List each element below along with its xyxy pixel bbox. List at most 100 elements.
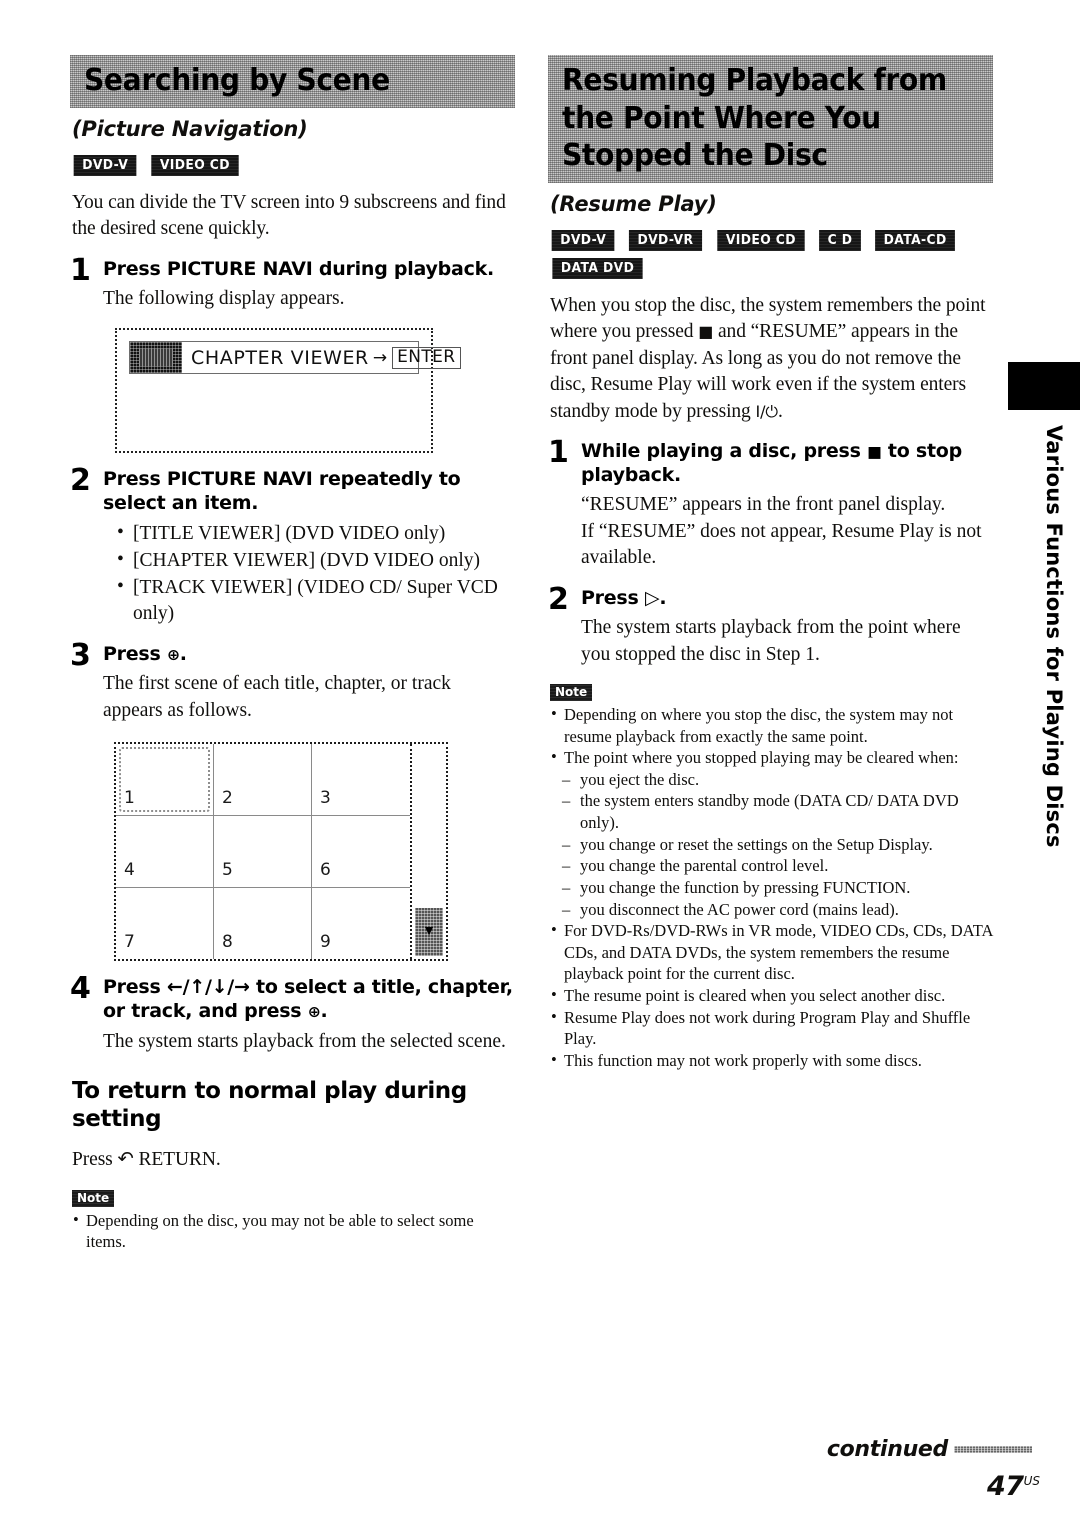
list-item: you change or reset the settings on the …	[562, 834, 993, 856]
scene-cell[interactable]: 4	[116, 815, 214, 888]
continued-label: continued	[826, 1437, 948, 1462]
step-2-option-list: [TITLE VIEWER] (DVD VIDEO only) [CHAPTER…	[103, 520, 515, 627]
list-item: you change the parental control level.	[562, 855, 993, 877]
step-title-text: Press	[581, 586, 639, 609]
list-item: you change the function by pressing FUNC…	[562, 877, 993, 899]
section-subtitle-left: (Picture Navigation)	[72, 116, 308, 141]
scene-cell-number: 9	[320, 932, 331, 953]
osd-enter-button[interactable]: ENTER	[392, 346, 461, 369]
enter-circle-icon: ⊕	[307, 1003, 321, 1022]
list-item: The point where you stopped playing may …	[550, 746, 993, 769]
left-column: Searching by Scene (Picture Navigation) …	[70, 55, 515, 1253]
step-title: Press ▷.	[581, 586, 993, 610]
disc-badge: DATA DVD	[552, 257, 643, 279]
step-title: Press PICTURE NAVI repeatedly to select …	[103, 468, 461, 515]
subsection-body: Press ↶ RETURN.	[72, 1149, 221, 1171]
list-item: you eject the disc.	[562, 769, 993, 791]
disc-badges-right: DVD-V DVD-VR VIDEO CD C D DATA-CD DATA D…	[550, 229, 970, 279]
power-standby-icon: I/⏻	[755, 401, 778, 421]
list-item: Depending on the disc, you may not be ab…	[72, 1209, 515, 1253]
osd-display-figure: CHAPTER VIEWER → ENTER	[115, 328, 461, 454]
scene-cell[interactable]: 7	[116, 887, 214, 960]
step-title-text: Press	[103, 643, 161, 666]
scene-cell[interactable]: 1	[116, 744, 214, 816]
disc-badges-left: DVD-V VIDEO CD	[72, 154, 492, 176]
stop-square-icon: ■	[867, 443, 882, 462]
right-column: Resuming Playback from the Point Where Y…	[548, 55, 993, 1071]
note-list-left: Depending on the disc, you may not be ab…	[72, 1209, 515, 1253]
section-subtitle-right: (Resume Play)	[550, 191, 717, 216]
grid-scrollbar[interactable]: ▼	[410, 744, 446, 960]
step-description: The system starts playback from the poin…	[581, 617, 961, 665]
step-number: 3	[70, 638, 91, 674]
step-1-left: 1 Press PICTURE NAVI during playback. Th…	[70, 252, 515, 313]
step-title: While playing a disc, press ■ to stop pl…	[581, 439, 993, 487]
scene-grid: 1 2 3 4 5 6 7 8 9	[116, 744, 410, 960]
scene-cell[interactable]: 5	[214, 815, 312, 888]
disc-badge: DATA-CD	[875, 229, 956, 251]
note-tag-left: Note	[72, 1189, 115, 1207]
scrollbar-thumb[interactable]: ▼	[415, 908, 443, 957]
footer-rule	[954, 1446, 1032, 1453]
scene-cell-number: 6	[320, 859, 331, 880]
note-list-right-tail: For DVD-Rs/DVD-RWs in VR mode, VIDEO CDs…	[550, 919, 993, 1071]
manual-page: Searching by Scene (Picture Navigation) …	[0, 0, 1080, 1533]
disc-badge: DVD-VR	[629, 229, 703, 251]
continued-footer: continued	[827, 1437, 1032, 1462]
step-title: Press PICTURE NAVI during playback.	[103, 257, 494, 280]
step-description: The first scene of each title, chapter, …	[103, 673, 451, 721]
step-description: The following display appears.	[103, 287, 345, 309]
osd-menu-bar: CHAPTER VIEWER → ENTER	[129, 341, 461, 375]
chapter-thumb-tab-marker	[1008, 362, 1080, 410]
step-number: 1	[548, 435, 569, 471]
scene-cell-number: 8	[222, 932, 233, 953]
scene-cell[interactable]: 2	[214, 744, 312, 816]
section-banner-right: Resuming Playback from the Point Where Y…	[548, 55, 993, 183]
step-number: 2	[548, 581, 569, 617]
osd-thumbnail-icon	[130, 342, 182, 374]
scene-cell-number: 3	[320, 787, 331, 808]
disc-badge: DVD-V	[551, 229, 615, 251]
scene-cell[interactable]: 9	[312, 888, 410, 960]
disc-badge: VIDEO CD	[151, 154, 239, 176]
list-item: [CHAPTER VIEWER] (DVD VIDEO only)	[117, 547, 515, 574]
stop-square-icon: ■	[698, 322, 714, 342]
step-title-period: .	[179, 643, 187, 666]
list-item: [TITLE VIEWER] (DVD VIDEO only)	[117, 520, 515, 547]
section-title-left: Searching by Scene	[84, 63, 390, 98]
step-4-left: 4 Press ←/↑/↓/→ to select a title, chapt…	[70, 974, 515, 1055]
osd-label: CHAPTER VIEWER	[191, 346, 369, 369]
step-title-period: .	[320, 1000, 328, 1023]
step-2-right: 2 Press ▷. The system starts playback fr…	[548, 581, 993, 668]
scene-cell-number: 2	[222, 787, 233, 808]
chapter-thumb-tab-label: Various Functions for Playing Discs	[1042, 425, 1066, 848]
step-2-left: 2 Press PICTURE NAVI repeatedly to selec…	[70, 466, 515, 628]
scene-cell[interactable]: 8	[214, 887, 312, 960]
note-list-right: Depending on where you stop the disc, th…	[550, 703, 993, 769]
enter-circle-icon: ⊕	[166, 646, 180, 665]
list-item: Resume Play does not work during Program…	[550, 1006, 993, 1050]
picture-navigation-grid-figure: 1 2 3 4 5 6 7 8 9 ▼	[114, 742, 448, 962]
section-title-right: Resuming Playback from the Point Where Y…	[562, 63, 947, 173]
intro-paragraph-left: You can divide the TV screen into 9 subs…	[72, 191, 506, 240]
arrow-right-icon: →	[372, 347, 388, 368]
scene-cell[interactable]: 6	[312, 816, 410, 888]
step-title: Press ←/↑/↓/→ to select a title, chapter…	[103, 975, 515, 1023]
subsection-heading: To return to normal play during setting	[72, 1078, 467, 1133]
scene-cell[interactable]: 3	[312, 744, 410, 816]
step-3-left: 3 Press ⊕. The first scene of each title…	[70, 638, 515, 724]
step-description: The system starts playback from the sele…	[103, 1030, 506, 1052]
list-item: [TRACK VIEWER] (VIDEO CD/ Super VCD only…	[117, 574, 515, 627]
page-number-suffix: US	[1023, 1474, 1040, 1488]
scene-cell-number: 5	[222, 859, 233, 880]
section-banner-left: Searching by Scene	[70, 55, 515, 108]
step-title-period: .	[659, 586, 667, 609]
list-item: you disconnect the AC power cord (mains …	[562, 899, 993, 921]
step-title: Press ⊕.	[103, 642, 515, 666]
note-tag-right: Note	[550, 684, 593, 702]
list-item: For DVD-Rs/DVD-RWs in VR mode, VIDEO CDs…	[550, 919, 993, 985]
list-item: Depending on where you stop the disc, th…	[550, 703, 993, 747]
page-number-value: 47	[987, 1471, 1024, 1502]
step-number: 1	[70, 252, 91, 288]
step-title-text: While playing a disc, press	[581, 440, 861, 463]
